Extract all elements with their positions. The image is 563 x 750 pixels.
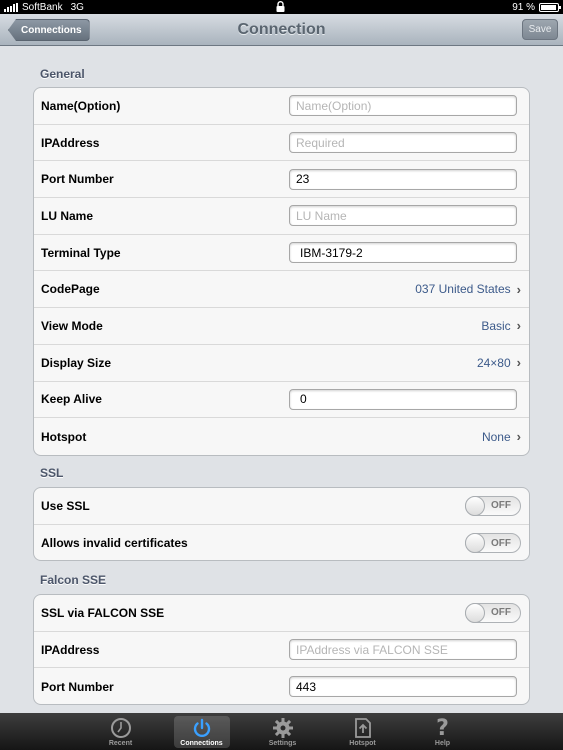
navigation-bar: Connections Connection Save bbox=[0, 14, 563, 46]
chevron-right-icon: › bbox=[516, 429, 521, 445]
chevron-right-icon: › bbox=[516, 318, 521, 334]
connection-form: General Name(Option) IPAddress Port Numb… bbox=[0, 47, 563, 713]
codepage-value-text: 037 United States bbox=[415, 282, 511, 297]
tab-label: Settings bbox=[268, 740, 297, 747]
keep-alive-label: Keep Alive bbox=[41, 392, 102, 407]
row-codepage[interactable]: CodePage 037 United States › bbox=[34, 271, 529, 309]
row-ipaddress: IPAddress bbox=[34, 125, 529, 162]
battery-icon bbox=[539, 2, 561, 12]
row-ssl-via-falcon: SSL via FALCON SSE OFF bbox=[34, 595, 529, 632]
invalid-certificates-toggle[interactable]: OFF bbox=[465, 533, 521, 554]
toggle-knob bbox=[465, 602, 485, 623]
tab-settings[interactable]: Settings bbox=[256, 716, 310, 748]
row-invalid-certificates: Allows invalid certificates OFF bbox=[34, 525, 529, 560]
hotspot-label: Hotspot bbox=[41, 429, 87, 444]
name-field[interactable] bbox=[289, 95, 517, 117]
falcon-ipaddress-label: IPAddress bbox=[41, 642, 100, 657]
ipaddress-field[interactable] bbox=[289, 132, 517, 154]
use-ssl-toggle[interactable]: OFF bbox=[465, 495, 521, 516]
ipaddress-label: IPAddress bbox=[41, 135, 100, 150]
view-mode-value-text: Basic bbox=[481, 318, 511, 333]
invalid-certificates-label: Allows invalid certificates bbox=[41, 536, 188, 551]
row-view-mode[interactable]: View Mode Basic › bbox=[34, 308, 529, 345]
lu-name-field[interactable] bbox=[289, 205, 517, 227]
ssl-via-falcon-toggle[interactable]: OFF bbox=[465, 602, 521, 623]
toggle-knob bbox=[465, 495, 485, 516]
chevron-right-icon: › bbox=[516, 281, 521, 297]
row-hotspot[interactable]: Hotspot None › bbox=[34, 418, 529, 455]
codepage-label: CodePage bbox=[41, 282, 100, 297]
ssl-via-falcon-label: SSL via FALCON SSE bbox=[41, 605, 165, 620]
row-name: Name(Option) bbox=[34, 88, 529, 125]
section-header-general: General bbox=[40, 67, 85, 81]
tab-recent[interactable]: Recent bbox=[94, 716, 148, 748]
tab-label: Recent bbox=[108, 740, 133, 747]
status-left: SoftBank 3G bbox=[4, 2, 84, 13]
save-button[interactable]: Save bbox=[522, 19, 558, 40]
gear-icon bbox=[272, 717, 294, 739]
row-port-number: Port Number bbox=[34, 161, 529, 199]
row-falcon-ipaddress: IPAddress bbox=[34, 632, 529, 669]
hotspot-value-text: None bbox=[481, 429, 511, 444]
question-icon: ? bbox=[436, 715, 449, 741]
port-number-field[interactable] bbox=[289, 168, 517, 190]
chevron-right-icon: › bbox=[516, 355, 521, 371]
name-label: Name(Option) bbox=[41, 98, 121, 113]
falcon-ipaddress-field[interactable] bbox=[289, 639, 517, 661]
falcon-port-number-label: Port Number bbox=[41, 679, 114, 694]
battery-percent: 91 % bbox=[512, 1, 535, 13]
port-number-label: Port Number bbox=[41, 172, 114, 187]
toggle-state: OFF bbox=[491, 607, 511, 619]
keep-alive-field[interactable] bbox=[289, 388, 517, 410]
display-size-value: 24×80 › bbox=[477, 355, 521, 370]
row-terminal-type: Terminal Type bbox=[34, 235, 529, 272]
display-size-value-text: 24×80 bbox=[476, 355, 511, 370]
toggle-state: OFF bbox=[491, 500, 511, 512]
row-display-size[interactable]: Display Size 24×80 › bbox=[34, 345, 529, 382]
row-keep-alive: Keep Alive bbox=[34, 382, 529, 419]
row-use-ssl: Use SSL OFF bbox=[34, 488, 529, 525]
terminal-type-field[interactable] bbox=[289, 242, 517, 264]
falcon-port-number-field[interactable] bbox=[289, 676, 517, 698]
tab-help[interactable]: ? Help bbox=[416, 716, 470, 748]
view-mode-value: Basic › bbox=[481, 318, 521, 333]
general-group: Name(Option) IPAddress Port Number LU Na… bbox=[33, 87, 530, 456]
falcon-sse-group: SSL via FALCON SSE OFF IPAddress Port Nu… bbox=[33, 594, 530, 705]
view-mode-label: View Mode bbox=[41, 318, 103, 333]
page-title: Connection bbox=[237, 20, 326, 38]
document-upload-icon bbox=[352, 717, 374, 739]
tab-label: Help bbox=[434, 740, 451, 747]
status-bar: SoftBank 3G 91 % bbox=[0, 0, 563, 14]
tab-connections[interactable]: Connections bbox=[173, 716, 230, 748]
toggle-knob bbox=[465, 533, 485, 554]
network-type: 3G bbox=[70, 1, 84, 13]
power-icon bbox=[191, 717, 213, 739]
terminal-type-label: Terminal Type bbox=[41, 245, 121, 260]
use-ssl-label: Use SSL bbox=[41, 498, 90, 513]
lu-name-label: LU Name bbox=[41, 208, 94, 223]
section-header-ssl: SSL bbox=[40, 466, 64, 480]
status-right: 91 % bbox=[512, 1, 561, 13]
row-lu-name: LU Name bbox=[34, 198, 529, 235]
tab-label: Connections bbox=[180, 740, 223, 747]
connections-back-button[interactable]: Connections bbox=[8, 19, 90, 41]
clock-icon bbox=[110, 717, 132, 739]
tab-label: Hotspot bbox=[349, 740, 376, 747]
row-falcon-port-number: Port Number bbox=[34, 668, 529, 704]
toggle-state: OFF bbox=[491, 537, 511, 549]
codepage-value: 037 United States › bbox=[415, 282, 521, 297]
section-header-falcon-sse: Falcon SSE bbox=[40, 573, 107, 587]
hotspot-value: None › bbox=[482, 429, 521, 444]
display-size-label: Display Size bbox=[41, 355, 112, 370]
lock-icon bbox=[276, 1, 285, 15]
tab-hotspot[interactable]: Hotspot bbox=[336, 716, 390, 748]
ssl-group: Use SSL OFF Allows invalid certificates … bbox=[33, 487, 530, 561]
carrier-name: SoftBank bbox=[22, 1, 63, 13]
tab-bar: Recent Connections Settings Hotspot ? He… bbox=[0, 713, 563, 750]
signal-icon bbox=[4, 2, 18, 12]
